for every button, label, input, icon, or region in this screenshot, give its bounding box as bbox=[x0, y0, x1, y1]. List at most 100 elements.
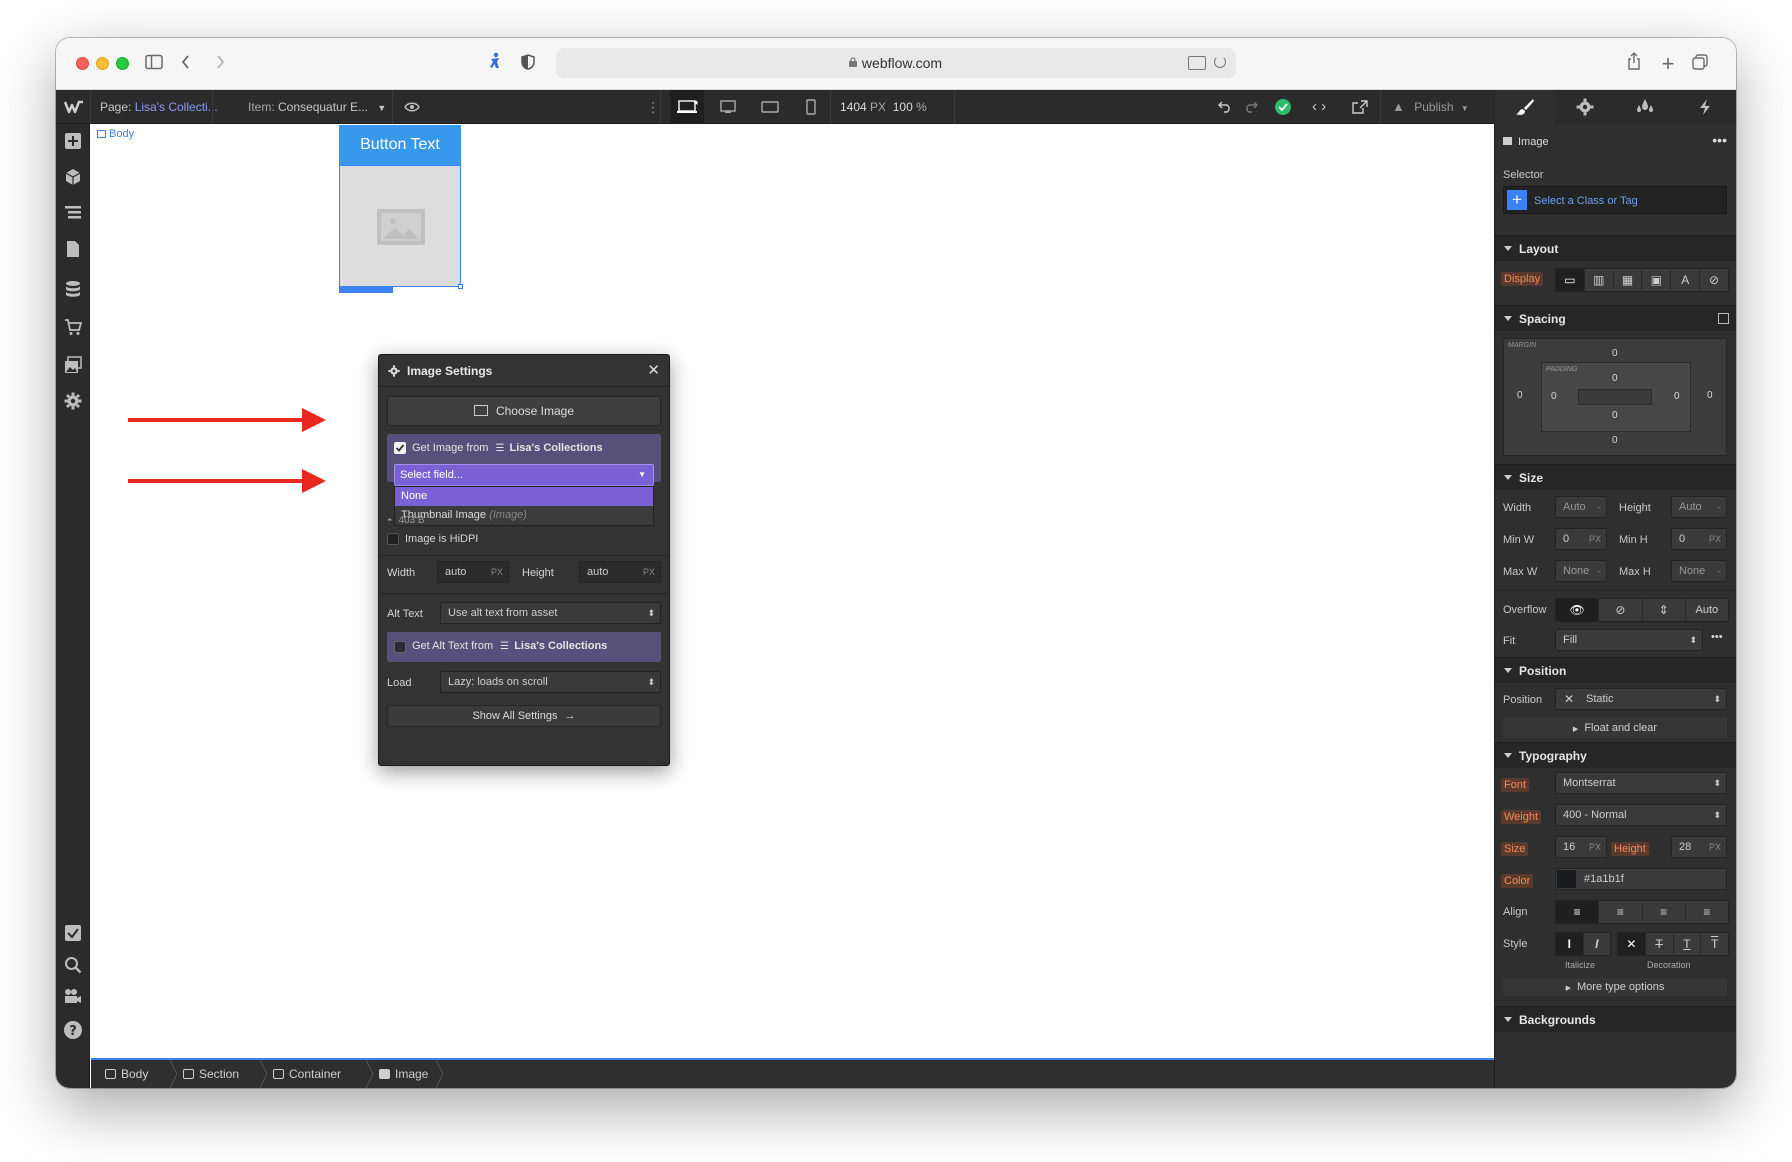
get-alt-text-checkbox[interactable] bbox=[394, 641, 406, 653]
align-justify-icon[interactable]: ≡ bbox=[1686, 901, 1728, 923]
size-height-input[interactable]: Auto - bbox=[1671, 496, 1727, 518]
min-height-input[interactable]: 0 PX bbox=[1671, 528, 1727, 550]
help-question-icon[interactable]: ? bbox=[63, 1020, 83, 1040]
alt-text-select[interactable]: Use alt text from asset ⬍ bbox=[440, 602, 661, 624]
image-element[interactable] bbox=[339, 165, 463, 289]
fit-select[interactable]: Fill ⬍ bbox=[1555, 629, 1703, 651]
sidebar-toggle-icon[interactable] bbox=[142, 52, 166, 76]
size-width-input[interactable]: Auto - bbox=[1555, 496, 1607, 518]
breadcrumb-container[interactable]: Container bbox=[267, 1060, 341, 1088]
min-width-input[interactable]: 0 PX bbox=[1555, 528, 1607, 550]
button-element[interactable]: Button Text bbox=[339, 125, 461, 165]
new-tab-plus-icon[interactable]: + bbox=[1656, 52, 1680, 76]
padding-left-value[interactable]: 0 bbox=[1551, 391, 1557, 402]
resize-handle[interactable] bbox=[458, 284, 463, 289]
minimize-window-button[interactable] bbox=[96, 57, 109, 70]
padding-bottom-value[interactable]: 0 bbox=[1612, 410, 1618, 421]
tasks-checkbox-icon[interactable] bbox=[63, 924, 83, 944]
add-element-icon[interactable] bbox=[63, 132, 83, 152]
close-icon[interactable]: ✕ bbox=[647, 355, 660, 387]
display-block-icon[interactable]: ▭ bbox=[1556, 269, 1585, 291]
float-clear-toggle[interactable]: ▶ Float and clear bbox=[1503, 718, 1727, 738]
close-window-button[interactable] bbox=[76, 57, 89, 70]
style-manager-drops-tab[interactable] bbox=[1615, 90, 1675, 124]
margin-bottom-value[interactable]: 0 bbox=[1612, 435, 1618, 446]
spacing-section-header[interactable]: Spacing bbox=[1495, 305, 1736, 331]
max-width-input[interactable]: None - bbox=[1555, 560, 1607, 582]
size-section-header[interactable]: Size bbox=[1495, 464, 1736, 490]
navigator-layers-icon[interactable] bbox=[63, 204, 83, 224]
hidpi-checkbox[interactable] bbox=[387, 533, 399, 545]
select-field-dropdown[interactable]: Select field... ▼ bbox=[394, 464, 654, 486]
ecommerce-cart-icon[interactable] bbox=[63, 318, 83, 338]
code-export-icon[interactable]: ‹ › bbox=[1312, 90, 1334, 124]
margin-left-value[interactable]: 0 bbox=[1517, 390, 1523, 401]
breadcrumb-section[interactable]: Section bbox=[177, 1060, 239, 1088]
typography-section-header[interactable]: Typography bbox=[1495, 742, 1736, 768]
display-none-icon[interactable]: ⊘ bbox=[1700, 269, 1728, 291]
italic-off-icon[interactable]: I bbox=[1556, 933, 1584, 955]
show-all-settings-button[interactable]: Show All Settings → bbox=[387, 705, 661, 727]
weight-select[interactable]: 400 - Normal ⬍ bbox=[1555, 804, 1727, 826]
align-right-icon[interactable]: ≡ bbox=[1643, 901, 1686, 923]
fit-more-icon[interactable]: ••• bbox=[1711, 631, 1723, 643]
image-height-input[interactable]: auto PX bbox=[579, 561, 661, 583]
display-inline-block-icon[interactable]: ▣ bbox=[1642, 269, 1672, 291]
translate-icon[interactable] bbox=[1188, 56, 1206, 70]
underline-icon[interactable]: T bbox=[1674, 933, 1702, 955]
share-link-icon[interactable] bbox=[1352, 90, 1372, 124]
breakpoint-mobile-icon[interactable] bbox=[802, 90, 820, 124]
display-flex-icon[interactable]: ▥ bbox=[1585, 269, 1614, 291]
selector-input[interactable]: + Select a Class or Tag bbox=[1503, 186, 1727, 214]
align-center-icon[interactable]: ≡ bbox=[1599, 901, 1643, 923]
breadcrumb-image[interactable]: Image bbox=[373, 1060, 428, 1088]
backgrounds-section-header[interactable]: Backgrounds bbox=[1495, 1006, 1736, 1032]
webflow-logo-icon[interactable] bbox=[63, 90, 84, 124]
field-option-none[interactable]: None bbox=[395, 487, 653, 506]
assets-images-icon[interactable] bbox=[63, 356, 83, 376]
breakpoint-desktop-small-icon[interactable] bbox=[716, 90, 740, 124]
italic-on-icon[interactable]: I bbox=[1584, 933, 1611, 955]
padding-right-value[interactable]: 0 bbox=[1674, 391, 1680, 402]
item-selector[interactable]: Item: Consequatur E... ▼ bbox=[248, 90, 386, 124]
breadcrumb-body[interactable]: Body bbox=[99, 1060, 148, 1088]
overflow-scroll-icon[interactable]: ⇕ bbox=[1643, 599, 1686, 621]
field-option-thumbnail-image[interactable]: Thumbnail Image (Image) bbox=[395, 506, 653, 525]
margin-top-value[interactable]: 0 bbox=[1612, 348, 1618, 359]
design-canvas[interactable]: Body Button Text bbox=[91, 124, 1494, 1058]
undo-icon[interactable] bbox=[1218, 90, 1236, 124]
more-options-icon[interactable]: ⋮ bbox=[646, 90, 660, 124]
style-brush-tab[interactable] bbox=[1495, 90, 1555, 124]
element-settings-gear-tab[interactable] bbox=[1555, 90, 1615, 124]
overflow-visible-eye-icon[interactable]: 👁 bbox=[1556, 599, 1600, 621]
redo-icon[interactable] bbox=[1244, 90, 1262, 124]
interactions-bolt-tab[interactable] bbox=[1675, 90, 1735, 124]
align-left-icon[interactable]: ≡ bbox=[1556, 901, 1600, 923]
page-selector[interactable]: Page: Lisa's Collecti... bbox=[100, 90, 218, 124]
display-grid-icon[interactable]: ▦ bbox=[1614, 269, 1643, 291]
search-icon[interactable] bbox=[63, 956, 83, 976]
more-options-icon[interactable]: ••• bbox=[1712, 132, 1727, 148]
position-select[interactable]: ✕ Static ⬍ bbox=[1555, 688, 1727, 710]
tab-overview-icon[interactable] bbox=[1688, 52, 1712, 76]
load-select[interactable]: Lazy: loads on scroll ⬍ bbox=[440, 671, 661, 693]
get-image-checkbox[interactable] bbox=[394, 442, 406, 454]
padding-top-value[interactable]: 0 bbox=[1612, 373, 1618, 384]
image-width-input[interactable]: auto PX bbox=[437, 561, 509, 583]
font-size-input[interactable]: 16 PX bbox=[1555, 836, 1607, 858]
line-height-input[interactable]: 28 PX bbox=[1671, 836, 1727, 858]
symbols-cube-icon[interactable] bbox=[63, 168, 83, 188]
zoom-window-button[interactable] bbox=[116, 57, 129, 70]
overline-icon[interactable]: T bbox=[1701, 933, 1728, 955]
display-inline-icon[interactable]: A bbox=[1671, 269, 1701, 291]
address-bar[interactable]: webflow.com bbox=[556, 48, 1236, 78]
position-section-header[interactable]: Position bbox=[1495, 657, 1736, 683]
more-type-options-toggle[interactable]: ▶ More type options bbox=[1503, 978, 1727, 996]
share-icon[interactable] bbox=[1622, 52, 1646, 76]
strikethrough-icon[interactable]: T bbox=[1646, 933, 1674, 955]
reload-icon[interactable] bbox=[1214, 56, 1226, 68]
breakpoint-tablet-landscape-icon[interactable] bbox=[758, 90, 782, 124]
choose-image-button[interactable]: Choose Image bbox=[387, 396, 661, 426]
max-height-input[interactable]: None - bbox=[1671, 560, 1727, 582]
pages-icon[interactable] bbox=[63, 240, 83, 260]
